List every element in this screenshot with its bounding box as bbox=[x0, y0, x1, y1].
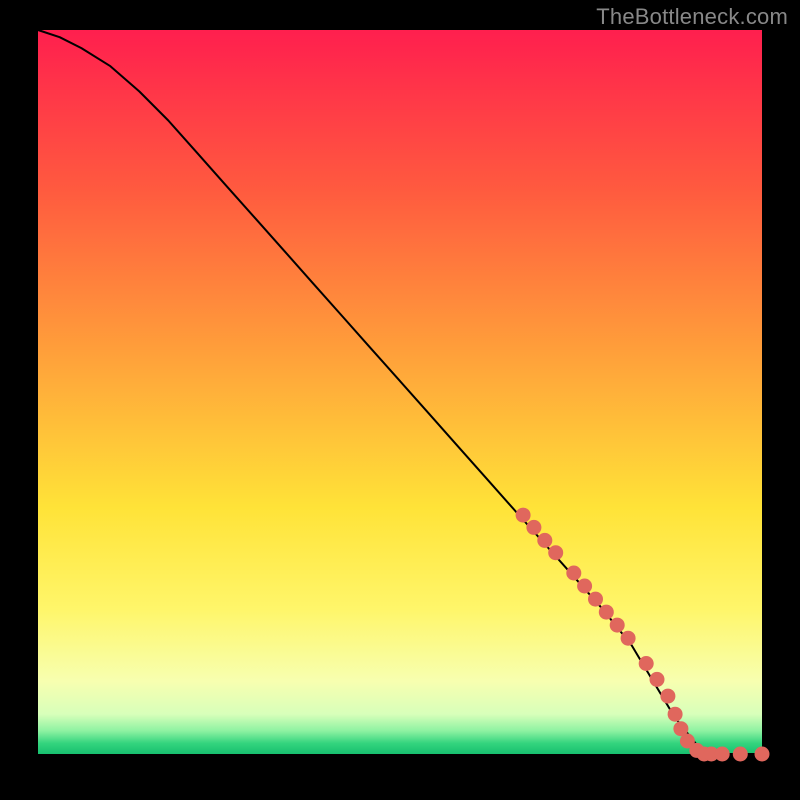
data-point bbox=[668, 707, 683, 722]
data-point bbox=[599, 605, 614, 620]
data-point bbox=[755, 747, 770, 762]
bottleneck-chart bbox=[0, 0, 800, 800]
watermark-text: TheBottleneck.com bbox=[596, 4, 788, 30]
data-point bbox=[639, 656, 654, 671]
data-point bbox=[516, 508, 531, 523]
data-point bbox=[548, 545, 563, 560]
data-point bbox=[537, 533, 552, 548]
data-point bbox=[577, 579, 592, 594]
data-point bbox=[660, 689, 675, 704]
data-point bbox=[566, 566, 581, 581]
plot-background bbox=[38, 30, 762, 754]
data-point bbox=[715, 747, 730, 762]
chart-frame: TheBottleneck.com bbox=[0, 0, 800, 800]
data-point bbox=[526, 520, 541, 535]
data-point bbox=[610, 618, 625, 633]
data-point bbox=[588, 592, 603, 607]
data-point bbox=[733, 747, 748, 762]
data-point bbox=[650, 672, 665, 687]
data-point bbox=[621, 631, 636, 646]
